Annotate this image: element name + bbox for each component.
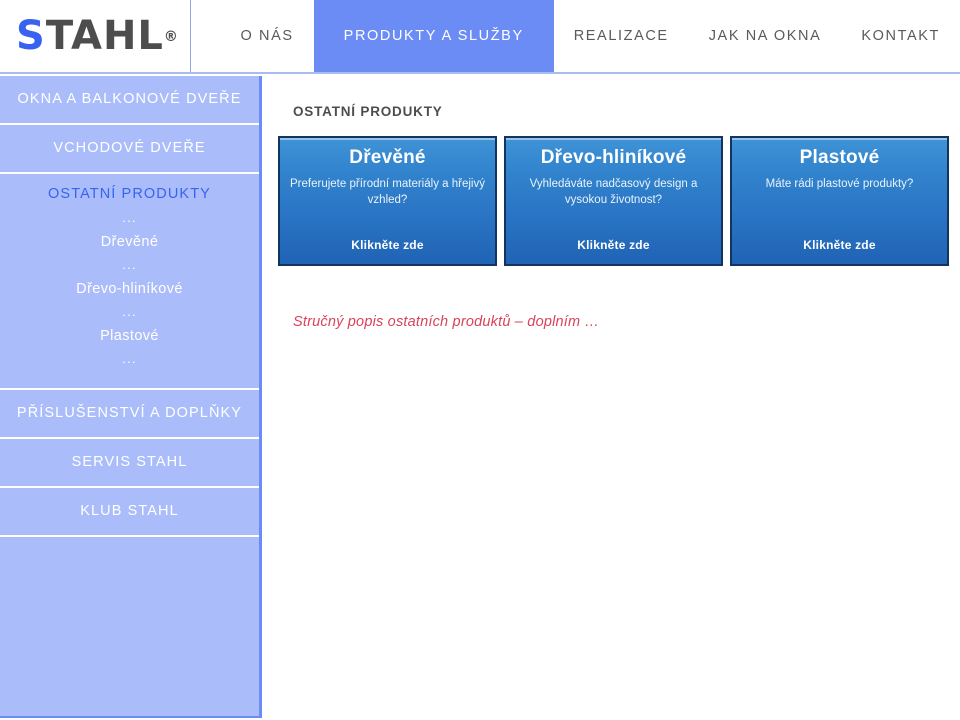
sidebar-item-klub-stahl[interactable]: KLUB STAHL <box>0 488 259 538</box>
nav-item-realizace[interactable]: REALIZACE <box>554 0 689 72</box>
sidebar-subitem-drevene[interactable]: Dřevěné <box>0 231 259 253</box>
product-card-drevo-hlinikove[interactable]: Dřevo-hliníkové Vyhledáváte nadčasový de… <box>504 136 723 266</box>
logo-letters-tahl: TAHL <box>45 13 164 59</box>
sidebar-item-label: KLUB STAHL <box>80 502 179 519</box>
product-card-title: Dřevo-hliníkové <box>540 147 687 168</box>
main-content: OSTATNÍ PRODUKTY Dřevěné Preferujete pří… <box>265 76 960 720</box>
page-root: STAHL® O NÁS PRODUKTY A SLUŽBY REALIZACE… <box>0 0 960 720</box>
page-title: OSTATNÍ PRODUKTY <box>293 104 443 119</box>
product-card-link[interactable]: Klikněte zde <box>506 238 721 252</box>
sidebar-subitem-dots: ... <box>122 257 137 273</box>
product-card-list: Dřevěné Preferujete přírodní materiály a… <box>278 136 958 266</box>
site-header: STAHL® O NÁS PRODUKTY A SLUŽBY REALIZACE… <box>0 0 960 74</box>
sidebar-section-ostatni-produkty: OSTATNÍ PRODUKTY ... Dřevěné ... Dřevo-h… <box>0 174 259 391</box>
sidebar-subitem-plastove[interactable]: Plastové <box>0 325 259 347</box>
product-card-link[interactable]: Klikněte zde <box>732 238 947 252</box>
product-card-plastove[interactable]: Plastové Máte rádi plastové produkty? Kl… <box>730 136 949 266</box>
product-card-description: Vyhledáváte nadčasový design a vysokou ž… <box>529 177 698 207</box>
sidebar-subitem-drevo-hlinikove[interactable]: Dřevo-hliníkové <box>0 278 259 300</box>
nav-item-produkty-a-sluzby[interactable]: PRODUKTY A SLUŽBY <box>313 0 554 72</box>
nav-item-label: KONTAKT <box>861 28 940 44</box>
product-card-description: Preferujete přírodní materiály a hřejivý… <box>290 177 485 207</box>
product-card-drevene[interactable]: Dřevěné Preferujete přírodní materiály a… <box>278 136 497 266</box>
product-card-title: Plastové <box>799 147 880 168</box>
product-card-link[interactable]: Klikněte zde <box>280 238 495 252</box>
nav-item-o-nas[interactable]: O NÁS <box>191 0 314 72</box>
sidebar-subitem-dots: ... <box>122 210 137 225</box>
nav-item-label: REALIZACE <box>573 28 669 44</box>
sidebar: OKNA A BALKONOVÉ DVEŘE VCHODOVÉ DVEŘE OS… <box>0 76 262 718</box>
product-card-title: Dřevěné <box>349 147 426 168</box>
sidebar-item-label: OKNA A BALKONOVÉ DVEŘE <box>17 90 242 107</box>
nav-item-jak-na-okna[interactable]: JAK NA OKNA <box>689 0 842 72</box>
sidebar-item-prislusenstvi-a-doplnky[interactable]: PŘÍSLUŠENSTVÍ A DOPLŇKY <box>0 390 259 440</box>
sidebar-item-label: PŘÍSLUŠENSTVÍ A DOPLŇKY <box>16 404 243 421</box>
sidebar-item-ostatni-produkty[interactable]: OSTATNÍ PRODUKTY <box>0 186 259 206</box>
nav-item-label: JAK NA OKNA <box>708 28 822 44</box>
sidebar-item-servis-stahl[interactable]: SERVIS STAHL <box>0 439 259 489</box>
logo-cell[interactable]: STAHL® <box>0 0 191 72</box>
nav-item-label: PRODUKTY A SLUŽBY <box>343 28 524 44</box>
nav-item-label: O NÁS <box>240 28 294 44</box>
sidebar-subitem-dots: ... <box>122 351 137 367</box>
placeholder-note: Stručný popis ostatních produktů – dopln… <box>293 314 600 330</box>
sidebar-item-vchodove-dvere[interactable]: VCHODOVÉ DVEŘE <box>0 125 259 174</box>
sidebar-item-label: SERVIS STAHL <box>71 453 188 470</box>
stahl-logo[interactable]: STAHL® <box>16 16 179 56</box>
registered-trademark-icon: ® <box>163 29 179 45</box>
sidebar-subitem-dots: ... <box>122 304 137 320</box>
nav-item-kontakt[interactable]: KONTAKT <box>841 0 960 72</box>
main-navigation: O NÁS PRODUKTY A SLUŽBY REALIZACE JAK NA… <box>191 0 960 72</box>
sidebar-item-okna-a-balkonove-dvere[interactable]: OKNA A BALKONOVÉ DVEŘE <box>0 76 259 125</box>
logo-letter-s: S <box>16 13 46 59</box>
sidebar-empty-area <box>0 537 259 720</box>
sidebar-item-label: VCHODOVÉ DVEŘE <box>53 139 206 156</box>
product-card-description: Máte rádi plastové produkty? <box>765 177 914 190</box>
